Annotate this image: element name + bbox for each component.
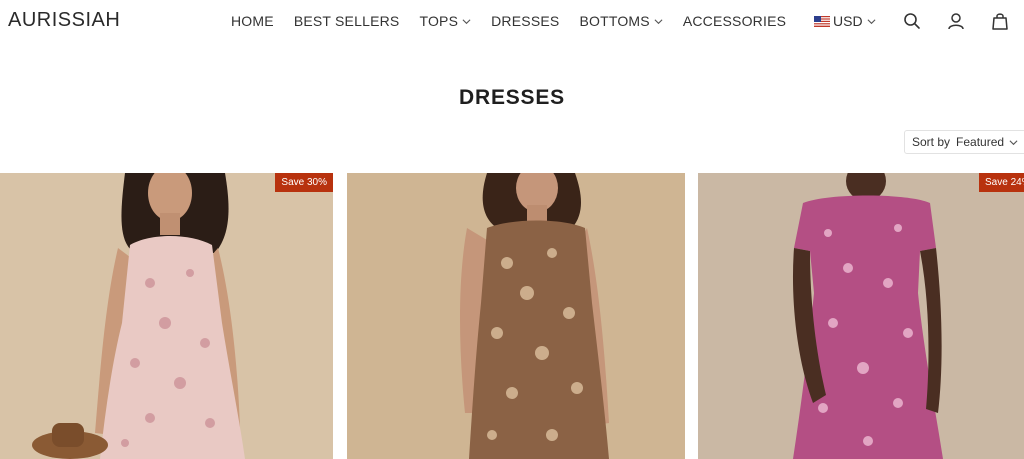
nav-item-best-sellers[interactable]: BEST SELLERS [294, 13, 400, 29]
nav-item-label: TOPS [419, 13, 459, 29]
nav-item-bottoms[interactable]: BOTTOMS [579, 13, 663, 29]
site-header: AURISSIAH HOME BEST SELLERS TOPS DRESSES… [0, 0, 1024, 44]
chevron-down-icon [654, 18, 663, 24]
nav-item-tops[interactable]: TOPS [419, 13, 471, 29]
search-icon[interactable] [902, 11, 922, 31]
product-card[interactable] [347, 173, 685, 459]
main-nav: HOME BEST SELLERS TOPS DRESSES BOTTOMS A… [231, 13, 806, 29]
nav-item-label: DRESSES [491, 13, 560, 29]
product-card[interactable]: Save 30% [0, 173, 333, 459]
sale-badge: Save 30% [275, 173, 333, 192]
product-card[interactable]: Save 24% [698, 173, 1024, 459]
product-image[interactable] [0, 173, 333, 459]
store-logo[interactable]: AURISSIAH [8, 9, 120, 32]
chevron-down-icon [1009, 139, 1018, 145]
nav-item-label: BOTTOMS [579, 13, 650, 29]
page-title: DRESSES [459, 86, 565, 109]
chevron-down-icon [867, 18, 876, 24]
nav-item-label: BEST SELLERS [293, 13, 400, 29]
account-icon[interactable] [946, 11, 966, 31]
sale-badge: Save 24% [979, 173, 1024, 192]
product-image[interactable] [698, 173, 1024, 459]
chevron-down-icon [462, 18, 471, 24]
nav-item-dresses[interactable]: DRESSES [491, 13, 559, 29]
sort-value: Featured [956, 135, 1005, 149]
nav-item-label: ACCESSORIES [682, 13, 787, 29]
cart-icon[interactable] [990, 11, 1010, 31]
currency-selector[interactable]: USD [814, 13, 876, 29]
product-image[interactable] [347, 173, 685, 459]
nav-item-label: HOME [231, 13, 274, 29]
sort-dropdown[interactable]: Sort by Featured [904, 130, 1024, 154]
currency-label: USD [833, 13, 863, 29]
nav-item-home[interactable]: HOME [231, 13, 274, 29]
us-flag-icon [814, 15, 830, 27]
nav-item-accessories[interactable]: ACCESSORIES [683, 13, 786, 29]
sort-label: Sort by [912, 135, 951, 149]
